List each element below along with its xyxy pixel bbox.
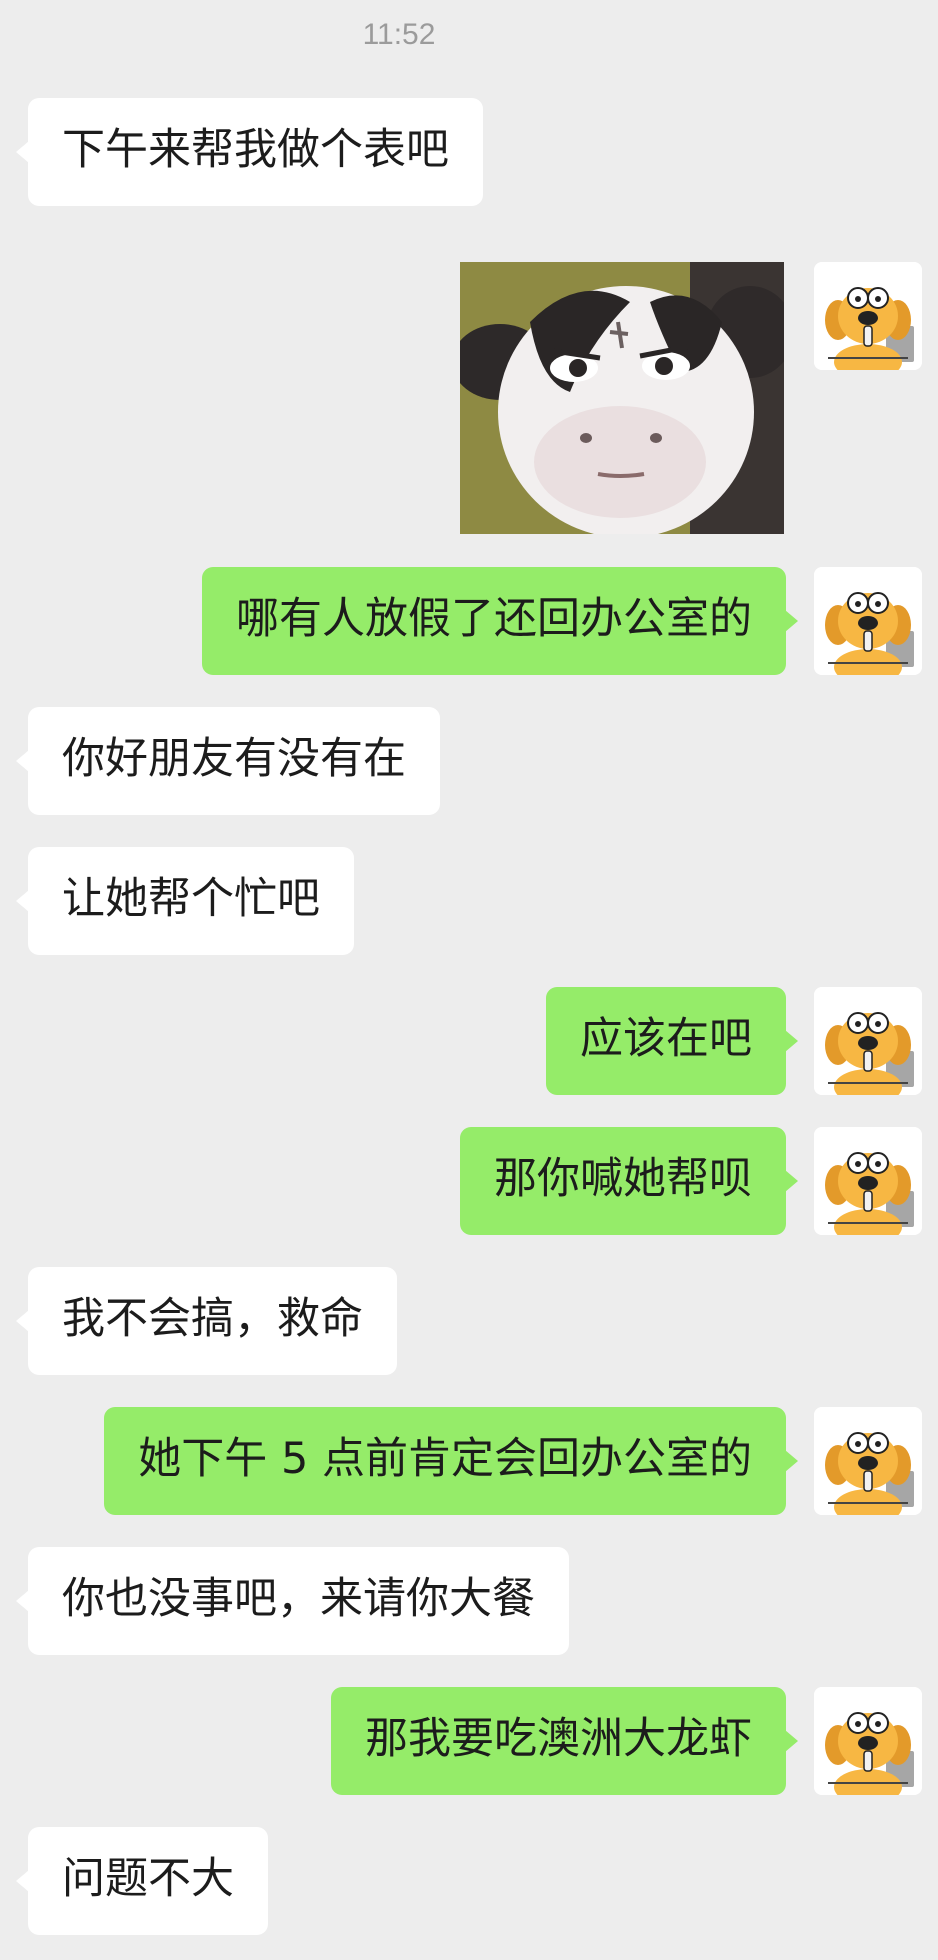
incoming-message-bubble[interactable]: 让她帮个忙吧 (16, 847, 354, 955)
outgoing-message-bubble[interactable]: 哪有人放假了还回办公室的 (202, 567, 798, 675)
message-row: 她下午 5 点前肯定会回办公室的 (0, 1407, 938, 1515)
message-row: 哪有人放假了还回办公室的 (0, 567, 938, 675)
message-row: 让她帮个忙吧 (0, 847, 938, 955)
cartoon-dog-avatar-icon[interactable] (814, 1407, 922, 1515)
cartoon-dog-avatar-icon[interactable] (814, 1127, 922, 1235)
incoming-message-bubble[interactable]: 问题不大 (16, 1827, 268, 1935)
cartoon-dog-avatar-icon[interactable] (814, 262, 922, 370)
cow-face-sticker[interactable] (460, 262, 784, 534)
message-row: 那我要吃澳洲大龙虾 (0, 1687, 938, 1795)
message-row: 那你喊她帮呗 (0, 1127, 938, 1235)
incoming-message-bubble[interactable]: 你也没事吧，来请你大餐 (16, 1547, 569, 1655)
incoming-message-bubble[interactable]: 我不会搞，救命 (16, 1267, 397, 1375)
chat-timestamp: 11:52 (362, 18, 436, 51)
message-row: 我不会搞，救命 (0, 1267, 938, 1375)
message-row: 你好朋友有没有在 (0, 707, 938, 815)
message-row: 下午来帮我做个表吧 (0, 98, 938, 206)
message-row: 应该在吧 (0, 987, 938, 1095)
message-row: 问题不大 (0, 1827, 938, 1935)
cartoon-dog-avatar-icon[interactable] (814, 567, 922, 675)
outgoing-message-bubble[interactable]: 那我要吃澳洲大龙虾 (331, 1687, 798, 1795)
incoming-message-bubble[interactable]: 下午来帮我做个表吧 (16, 98, 483, 206)
incoming-message-bubble[interactable]: 你好朋友有没有在 (16, 707, 440, 815)
outgoing-message-bubble[interactable]: 应该在吧 (546, 987, 798, 1095)
message-row (0, 262, 938, 534)
cartoon-dog-avatar-icon[interactable] (814, 987, 922, 1095)
cartoon-dog-avatar-icon[interactable] (814, 1687, 922, 1795)
outgoing-message-bubble[interactable]: 那你喊她帮呗 (460, 1127, 798, 1235)
outgoing-message-bubble[interactable]: 她下午 5 点前肯定会回办公室的 (104, 1407, 798, 1515)
message-row: 你也没事吧，来请你大餐 (0, 1547, 938, 1655)
